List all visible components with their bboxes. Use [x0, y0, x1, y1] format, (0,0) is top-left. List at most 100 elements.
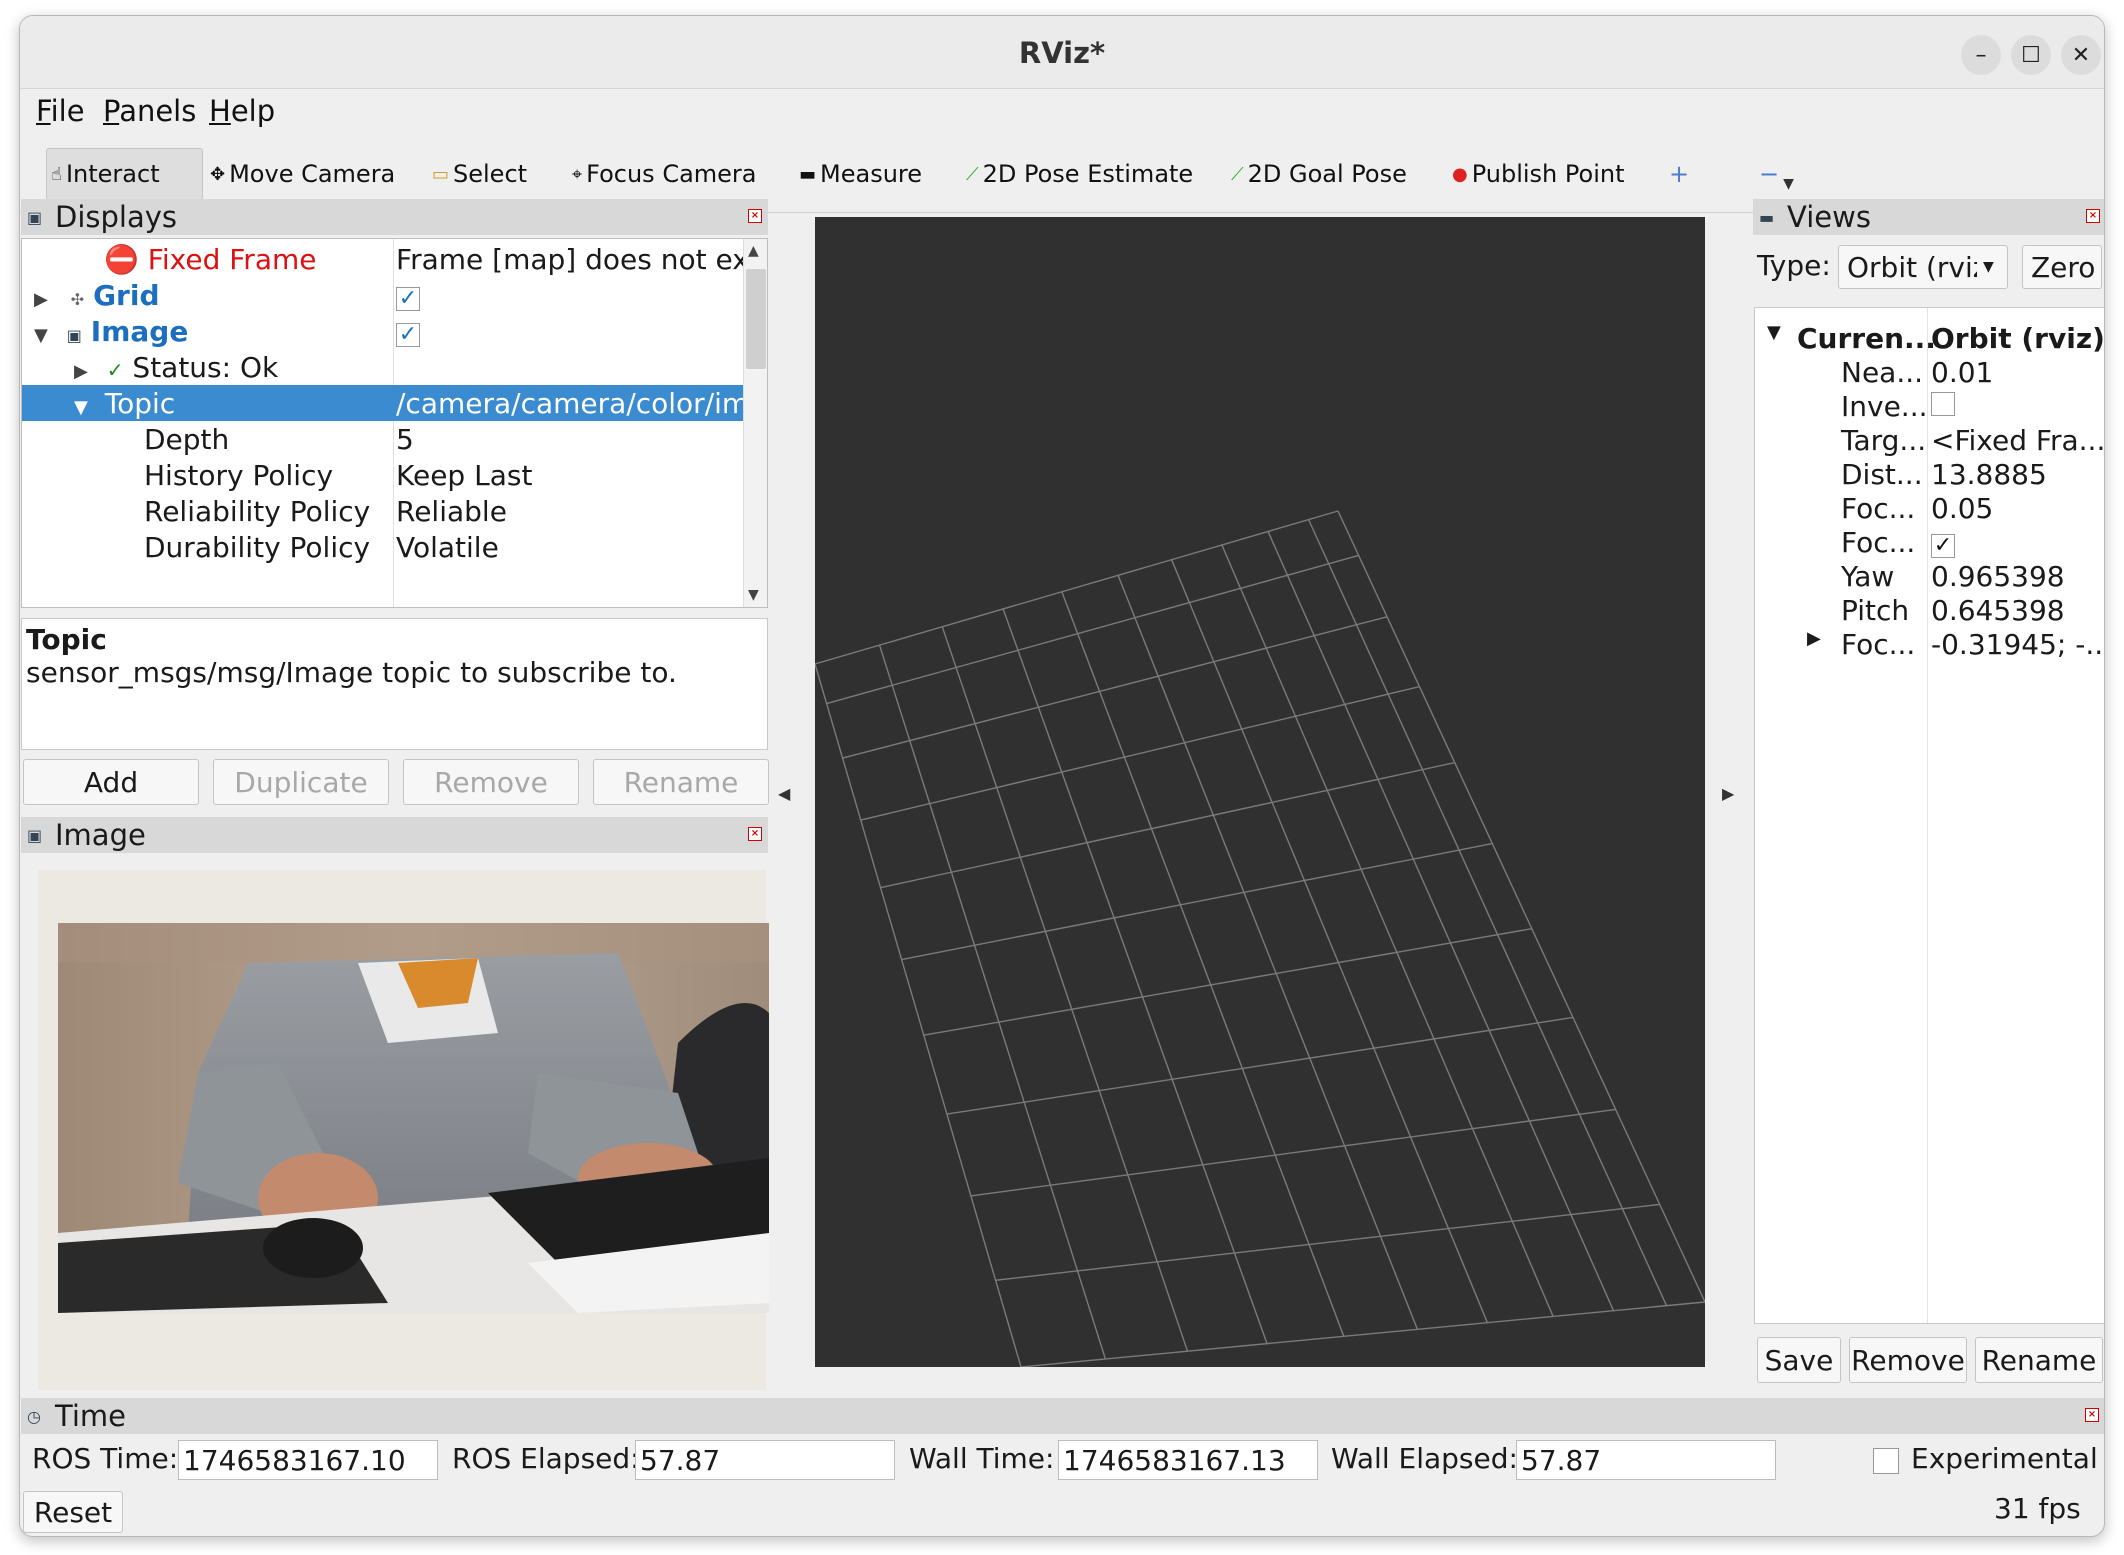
expand-arrow-icon[interactable]: ▶: [1807, 628, 1821, 649]
view-row-focal-shape-size[interactable]: Foc... 0.05: [1755, 492, 2104, 526]
history-policy-value[interactable]: Keep Last: [396, 459, 746, 492]
rename-display-button[interactable]: Rename: [593, 759, 769, 805]
displays-scrollbar[interactable]: ▲ ▼: [743, 239, 767, 607]
3d-render-viewport[interactable]: [814, 217, 1706, 1368]
tree-row-fixed-frame[interactable]: ⛔ Fixed Frame Frame [map] does not exis: [22, 241, 746, 277]
tool-2d-pose-estimate[interactable]: ⟋ 2D Pose Estimate: [962, 148, 1193, 200]
displays-panel-title: Displays: [55, 200, 178, 234]
invert-checkbox[interactable]: [1931, 392, 1955, 416]
description-text: sensor_msgs/msg/Image topic to subscribe…: [26, 656, 677, 689]
menu-panels[interactable]: Panels: [103, 94, 196, 128]
add-tool-button[interactable]: +: [1665, 148, 1689, 200]
ros-elapsed-label: ROS Elapsed:: [452, 1442, 640, 1475]
camera-image: [58, 923, 769, 1313]
time-panel-title: Time: [55, 1399, 126, 1433]
views-panel-header: ▬ Views ×: [1753, 199, 2104, 235]
tree-row-reliability-policy[interactable]: Reliability Policy Reliable: [22, 493, 744, 529]
expand-arrow-icon[interactable]: ▶: [74, 361, 88, 382]
remove-tool-button[interactable]: − ▼: [1755, 148, 1794, 200]
wall-elapsed-field[interactable]: 57.87: [1516, 1440, 1776, 1480]
close-button[interactable]: ✕: [2061, 35, 2101, 75]
image-enabled-checkbox[interactable]: ✓: [396, 323, 420, 347]
minus-icon: −: [1759, 160, 1780, 188]
displays-tree: ⛔ Fixed Frame Frame [map] does not exis …: [21, 238, 768, 608]
depth-value[interactable]: 5: [396, 423, 746, 456]
tree-row-history-policy[interactable]: History Policy Keep Last: [22, 457, 744, 493]
collapse-arrow-icon[interactable]: ▼: [74, 397, 88, 418]
scroll-down-icon[interactable]: ▼: [748, 587, 759, 603]
view-row-target-frame[interactable]: Targ... <Fixed Fra...: [1755, 424, 2104, 458]
reset-button[interactable]: Reset: [23, 1491, 123, 1533]
tool-publish-point[interactable]: ● Publish Point: [1448, 148, 1624, 200]
topic-value[interactable]: /camera/camera/color/im...: [396, 387, 746, 420]
collapse-arrow-icon[interactable]: ▼: [1767, 322, 1781, 343]
menu-help[interactable]: Help: [209, 94, 275, 128]
focal-shape-checkbox[interactable]: ✓: [1931, 534, 1955, 558]
durability-policy-value[interactable]: Volatile: [396, 531, 746, 564]
experimental-label: Experimental: [1911, 1442, 2098, 1475]
tool-select[interactable]: ▭ Select: [428, 148, 527, 200]
tree-row-image[interactable]: ▼ ▣ Image ✓: [22, 313, 744, 349]
remove-view-button[interactable]: Remove: [1849, 1337, 1967, 1383]
grid-enabled-checkbox[interactable]: ✓: [396, 287, 420, 311]
tool-move-camera[interactable]: ✥ Move Camera: [206, 148, 395, 200]
zero-button[interactable]: Zero: [2022, 245, 2102, 289]
tree-row-durability-policy[interactable]: Durability Policy Volatile: [22, 529, 744, 565]
history-policy-label: History Policy: [144, 459, 334, 492]
menu-file[interactable]: File: [36, 94, 85, 128]
topic-label: Topic: [104, 387, 176, 420]
view-row-near-clip[interactable]: Nea... 0.01: [1755, 356, 2104, 390]
view-row-focal-shape-fixed[interactable]: Foc... ✓: [1755, 526, 2104, 560]
view-row-current[interactable]: ▼ Curren... Orbit (rviz): [1755, 322, 2104, 356]
image-panel-view: [38, 870, 769, 1390]
ruler-icon: ▬: [799, 163, 817, 185]
view-row-focal-point[interactable]: ▶ Foc... -0.31945; -...: [1755, 628, 2104, 662]
reliability-policy-value[interactable]: Reliable: [396, 495, 746, 528]
add-display-button[interactable]: Add: [23, 759, 199, 805]
collapse-right-arrow-icon[interactable]: ▶: [1722, 784, 1734, 803]
image-label: Image: [90, 315, 189, 348]
tree-row-status[interactable]: ▶ ✓ Status: Ok: [22, 349, 744, 385]
expand-arrow-icon[interactable]: ▶: [34, 289, 48, 310]
grid-line: [1117, 575, 1419, 1330]
clock-icon: ◷: [27, 1406, 41, 1426]
tool-interact[interactable]: ☝ Interact: [46, 148, 203, 200]
tree-row-grid[interactable]: ▶ ✣ Grid ✓: [22, 277, 744, 313]
view-type-dropdown[interactable]: Orbit (rviz ▼: [1838, 245, 2008, 289]
ros-time-field[interactable]: 1746583167.10: [178, 1440, 438, 1480]
collapse-arrow-icon[interactable]: ▼: [34, 325, 48, 346]
close-panel-icon[interactable]: ×: [2086, 209, 2100, 223]
close-panel-icon[interactable]: ×: [748, 209, 762, 223]
rename-view-button[interactable]: Rename: [1975, 1337, 2103, 1383]
wall-time-field[interactable]: 1746583167.13: [1058, 1440, 1318, 1480]
view-row-distance[interactable]: Dist... 13.8885: [1755, 458, 2104, 492]
close-panel-icon[interactable]: ×: [748, 827, 762, 841]
experimental-checkbox[interactable]: [1873, 1448, 1899, 1474]
minimize-icon: –: [1975, 42, 1987, 68]
view-row-invert[interactable]: Inve...: [1755, 390, 2104, 424]
remove-display-button[interactable]: Remove: [403, 759, 579, 805]
scrollbar-thumb[interactable]: [746, 269, 766, 369]
grid-overlay: [814, 510, 1706, 1368]
grid-line: [1061, 591, 1345, 1337]
grid-label: Grid: [93, 279, 160, 312]
tool-measure[interactable]: ▬ Measure: [795, 148, 922, 200]
tool-focus-camera[interactable]: ⌖ Focus Camera: [568, 148, 757, 200]
duplicate-display-button[interactable]: Duplicate: [213, 759, 389, 805]
image-panel-icon: ▣: [27, 825, 43, 845]
tree-row-topic[interactable]: ▼ Topic /camera/camera/color/im...: [22, 385, 746, 421]
ros-elapsed-field[interactable]: 57.87: [635, 1440, 895, 1480]
view-row-yaw[interactable]: Yaw 0.965398: [1755, 560, 2104, 594]
grid-line: [946, 1016, 1574, 1115]
view-row-pitch[interactable]: Pitch 0.645398: [1755, 594, 2104, 628]
scroll-up-icon[interactable]: ▲: [748, 243, 759, 259]
collapse-left-arrow-icon[interactable]: ◀: [778, 784, 790, 803]
maximize-button[interactable]: ☐: [2011, 35, 2051, 75]
minimize-button[interactable]: –: [1961, 35, 2001, 75]
tree-row-depth[interactable]: Depth 5: [22, 421, 744, 457]
tool-2d-goal-pose[interactable]: ⟋ 2D Goal Pose: [1227, 148, 1407, 200]
grid-line: [941, 626, 1189, 1352]
close-panel-icon[interactable]: ×: [2085, 1408, 2099, 1422]
save-view-button[interactable]: Save: [1757, 1337, 1841, 1383]
image-display-icon: ▣: [66, 326, 82, 345]
